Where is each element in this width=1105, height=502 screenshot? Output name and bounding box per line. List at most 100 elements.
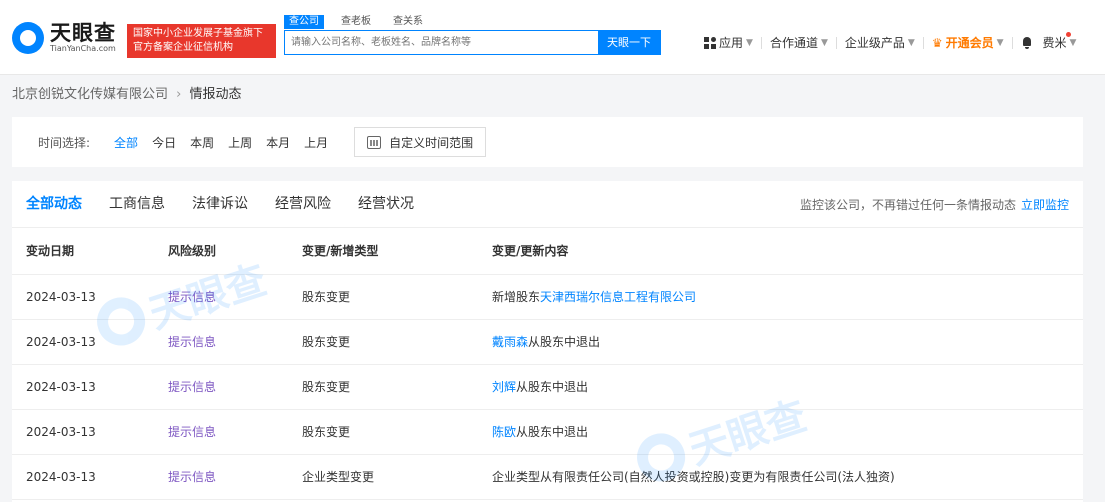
top-nav: 应用 ▼ 合作通道 ▼ 企业级产品 ▼ ♛ 开通会员 ▼ 费米 ▼ [704, 34, 1084, 51]
row-content-link[interactable]: 戴雨森 [492, 335, 528, 349]
badge-line-2: 官方备案企业征信机构 [133, 42, 233, 53]
time-filter: 时间选择: 全部 今日 本周 上周 本月 上月 自定义时间范围 [12, 117, 1083, 167]
row-content: 新增股东天津西瑞尔信息工程有限公司 [492, 275, 696, 320]
nav-vip-label: 开通会员 [945, 36, 994, 50]
row-date: 2024-03-13 [26, 290, 96, 304]
header-type: 变更/新增类型 [302, 244, 379, 258]
table-row: 2024-03-13 提示信息 股东变更 戴雨森从股东中退出 [12, 320, 1083, 365]
time-option-last-month[interactable]: 上月 [304, 134, 328, 151]
grid-icon [704, 36, 716, 49]
monitor-prompt: 监控该公司，不再错过任何一条情报动态 立即监控 [800, 196, 1069, 213]
nav-vip[interactable]: ♛ 开通会员 ▼ [932, 34, 1004, 51]
calendar-icon [367, 135, 382, 149]
row-type: 企业类型变更 [302, 470, 375, 484]
tab-operation[interactable]: 经营状况 [358, 193, 414, 213]
row-date: 2024-03-13 [26, 470, 96, 484]
search-tab-boss[interactable]: 查老板 [336, 15, 376, 29]
brand-logo[interactable]: 天眼查 TianYanCha.com [12, 22, 116, 54]
row-date: 2024-03-13 [26, 425, 96, 439]
row-content-link[interactable]: 刘辉 [492, 380, 516, 394]
breadcrumb-current: 情报动态 [189, 87, 242, 102]
user-name: 费米 [1042, 36, 1067, 50]
row-content: 刘辉从股东中退出 [492, 365, 588, 410]
row-risk: 提示信息 [168, 290, 217, 304]
search-button[interactable]: 天眼一下 [598, 31, 660, 54]
search-input[interactable] [285, 31, 598, 54]
custom-range-button[interactable]: 自定义时间范围 [354, 127, 487, 157]
search-tab-company[interactable]: 查公司 [284, 15, 324, 29]
chevron-down-icon: ▼ [820, 37, 828, 48]
time-option-this-week[interactable]: 本周 [190, 134, 214, 151]
row-content-link[interactable]: 陈欧 [492, 425, 516, 439]
breadcrumb-company[interactable]: 北京创锐文化传媒有限公司 [12, 87, 168, 102]
nav-channel[interactable]: 合作通道 ▼ [770, 34, 828, 51]
nav-channel-label: 合作通道 [769, 36, 818, 50]
nav-enterprise[interactable]: 企业级产品 ▼ [845, 34, 915, 51]
row-type: 股东变更 [302, 380, 351, 394]
dynamics-panel: 全部动态 工商信息 法律诉讼 经营风险 经营状况 监控该公司，不再错过任何一条情… [12, 181, 1083, 502]
time-option-all[interactable]: 全部 [114, 134, 138, 151]
brand-domain: TianYanCha.com [50, 44, 116, 53]
row-content: 戴雨森从股东中退出 [492, 320, 600, 365]
row-date: 2024-03-13 [26, 335, 96, 349]
row-content-suffix: 从股东中退出 [516, 425, 589, 439]
table-row: 2024-03-13 提示信息 股东变更 刘辉从股东中退出 [12, 365, 1083, 410]
row-risk: 提示信息 [168, 425, 217, 439]
bell-icon[interactable] [1021, 36, 1033, 49]
table-row: 2024-03-13 提示信息 企业类型变更 企业类型从有限责任公司(自然人投资… [12, 455, 1083, 500]
table-row: 2024-03-13 提示信息 股东变更 新增股东天津西瑞尔信息工程有限公司 [12, 275, 1083, 320]
top-header: 天眼查 TianYanCha.com 国家中小企业发展子基金旗下 官方备案企业征… [0, 0, 1105, 75]
row-content-text: 企业类型从有限责任公司(自然人投资或控股)变更为有限责任公司(法人独资) [492, 470, 895, 484]
nav-divider [922, 36, 924, 49]
search-tab-relation[interactable]: 查关系 [388, 15, 428, 29]
nav-divider [1011, 36, 1013, 49]
custom-range-label: 自定义时间范围 [389, 135, 474, 150]
row-content-suffix: 从股东中退出 [516, 380, 589, 394]
chevron-down-icon: ▼ [1069, 37, 1077, 48]
nav-user[interactable]: 费米 ▼ [1043, 34, 1077, 51]
row-content-link[interactable]: 天津西瑞尔信息工程有限公司 [540, 290, 696, 304]
breadcrumb: 北京创锐文化传媒有限公司 › 情报动态 [12, 83, 242, 102]
time-filter-label: 时间选择: [38, 135, 91, 150]
badge-line-1: 国家中小企业发展子基金旗下 [133, 28, 263, 39]
header-risk: 风险级别 [168, 244, 217, 258]
table-row: 2024-03-13 提示信息 股东变更 陈欧从股东中退出 [12, 410, 1083, 455]
tab-business-info[interactable]: 工商信息 [109, 193, 165, 213]
row-type: 股东变更 [302, 425, 351, 439]
nav-apps-label: 应用 [719, 36, 744, 50]
nav-divider [835, 36, 837, 49]
breadcrumb-separator: › [176, 87, 182, 102]
nav-divider [760, 36, 762, 49]
eye-logo-icon [12, 22, 44, 54]
chevron-down-icon: ▼ [996, 37, 1004, 48]
tab-all[interactable]: 全部动态 [26, 193, 82, 213]
tab-risk[interactable]: 经营风险 [275, 193, 331, 213]
row-type: 股东变更 [302, 335, 351, 349]
row-risk: 提示信息 [168, 470, 217, 484]
header-date: 变动日期 [26, 244, 75, 258]
row-risk: 提示信息 [168, 380, 217, 394]
chevron-down-icon: ▼ [746, 37, 753, 48]
search-box: 天眼一下 [284, 30, 661, 55]
official-badge: 国家中小企业发展子基金旗下 官方备案企业征信机构 [127, 24, 276, 58]
header-content: 变更/更新内容 [492, 244, 569, 258]
search-tabs: 查公司 查老板 查关系 [284, 15, 440, 29]
row-content: 陈欧从股东中退出 [492, 410, 588, 455]
nav-enterprise-label: 企业级产品 [844, 36, 905, 50]
row-content: 企业类型从有限责任公司(自然人投资或控股)变更为有限责任公司(法人独资) [492, 455, 895, 500]
table-header: 变动日期 风险级别 变更/新增类型 变更/更新内容 [12, 227, 1083, 275]
time-option-last-week[interactable]: 上周 [228, 134, 252, 151]
time-option-today[interactable]: 今日 [152, 134, 176, 151]
row-date: 2024-03-13 [26, 380, 96, 394]
notification-dot [1066, 32, 1071, 37]
brand-name: 天眼查 [50, 21, 116, 45]
nav-apps[interactable]: 应用 ▼ [704, 34, 753, 51]
time-option-this-month[interactable]: 本月 [266, 134, 290, 151]
row-content-suffix: 从股东中退出 [528, 335, 601, 349]
row-type: 股东变更 [302, 290, 351, 304]
chevron-down-icon: ▼ [907, 37, 915, 48]
tab-legal[interactable]: 法律诉讼 [192, 193, 248, 213]
monitor-link[interactable]: 立即监控 [1021, 198, 1069, 212]
row-content-text: 新增股东 [492, 290, 541, 304]
crown-icon: ♛ [931, 35, 943, 50]
